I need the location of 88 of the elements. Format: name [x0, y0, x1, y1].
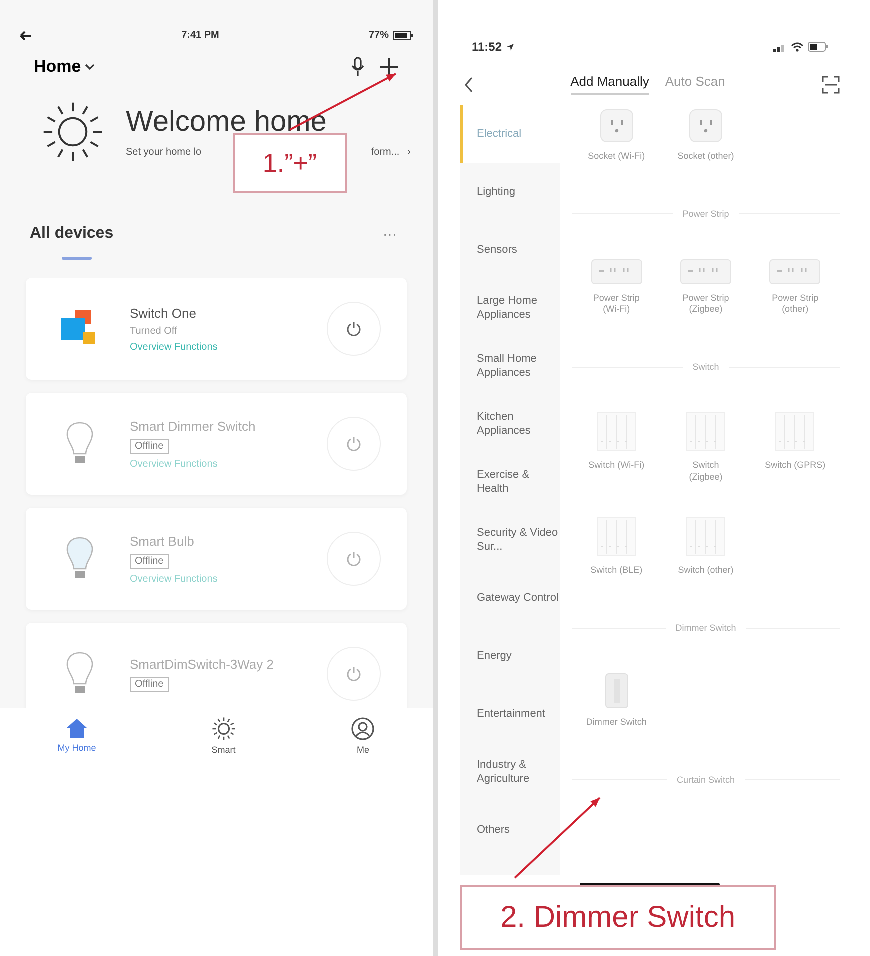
dimmer-switch-icon[interactable] [604, 673, 629, 710]
wall-switch-icon[interactable] [686, 517, 726, 558]
battery-icon [808, 42, 828, 52]
category-item[interactable]: Others [460, 801, 560, 859]
category-item[interactable]: Large Home Appliances [460, 279, 560, 337]
device-type-label[interactable]: Dimmer Switch [586, 717, 648, 729]
socket-icon[interactable] [688, 109, 723, 143]
device-type-label[interactable]: Switch (GPRS) [764, 460, 826, 472]
section-heading: Switch [572, 362, 840, 372]
section-title: All devices [30, 225, 114, 243]
power-icon [346, 551, 362, 567]
category-item[interactable]: Industry & Agriculture [460, 743, 560, 801]
device-card[interactable]: SmartDimSwitch-3Way 2 Offline [26, 623, 407, 708]
sun-icon [42, 101, 104, 163]
power-strip-icon[interactable] [680, 258, 732, 285]
device-type-label[interactable]: Switch (BLE) [586, 565, 648, 578]
device-status: Offline [130, 676, 169, 692]
device-name: Switch One [130, 306, 198, 320]
add-icon[interactable] [379, 57, 399, 77]
battery-icon [393, 31, 413, 40]
status-time: 7:41 PM [182, 30, 220, 41]
power-icon [346, 666, 362, 682]
tab[interactable]: Add Manually [570, 74, 650, 95]
category-item[interactable]: Sensors [460, 221, 560, 279]
device-status: Turned Off [130, 326, 178, 336]
tab-bar-item[interactable]: Me [345, 716, 382, 756]
microphone-icon[interactable] [351, 57, 365, 77]
wall-switch-icon[interactable] [686, 412, 726, 452]
device-name: Smart Dimmer Switch [130, 418, 257, 434]
power-strip-icon[interactable] [769, 258, 822, 285]
device-status: Offline [130, 438, 169, 454]
annotation-label: 2. Dimmer Switch [460, 885, 776, 950]
category-item[interactable]: Security & Video Sur... [460, 511, 560, 569]
more-button[interactable]: ··· [377, 225, 403, 243]
tab-bar-item[interactable]: Smart [206, 716, 242, 756]
tab[interactable]: Auto Scan [665, 74, 726, 95]
person-icon [351, 717, 376, 741]
back-icon[interactable] [464, 76, 474, 92]
power-icon [346, 436, 362, 452]
category-item[interactable]: Gateway Control [460, 569, 560, 627]
power-strip-icon[interactable] [590, 258, 643, 285]
device-name: Smart Bulb [130, 534, 196, 548]
device-type-label[interactable]: Socket (other) [674, 151, 737, 163]
signal-icon [773, 42, 787, 52]
category-item[interactable]: Electrical [460, 105, 560, 163]
device-type-label[interactable]: Power Strip (other) [764, 292, 826, 316]
power-icon [346, 321, 362, 337]
annotation-label: 1.”+” [233, 133, 347, 193]
section-heading: Curtain Switch [572, 774, 840, 785]
wall-switch-icon[interactable] [596, 517, 637, 558]
device-name: SmartDimSwitch-3Way 2 [130, 656, 275, 672]
device-card[interactable]: Switch One Turned Off Overview Functions [26, 278, 407, 380]
device-type-label[interactable]: Switch (Wi-Fi) [586, 460, 648, 472]
tab-underline [62, 257, 92, 260]
home-menu[interactable]: Home [34, 57, 96, 77]
section-heading: Power Strip [572, 208, 840, 219]
wall-switch-icon[interactable] [596, 412, 637, 452]
battery-percent: 77% [368, 30, 389, 41]
category-item[interactable]: Energy [460, 627, 560, 685]
tab-bar-item[interactable]: My Home [52, 716, 102, 756]
functions-link[interactable]: Overview Functions [130, 342, 327, 352]
welcome-subtitle: Set your home lo [126, 147, 202, 158]
device-type-label[interactable]: Power Strip (Wi-Fi) [586, 292, 648, 316]
device-card[interactable]: Smart Bulb Offline Overview Functions [26, 508, 407, 610]
sun-icon [212, 717, 236, 741]
wall-switch-icon[interactable] [775, 412, 816, 452]
section-heading: Dimmer Switch [572, 623, 840, 634]
device-type-label[interactable]: Power Strip (Zigbee) [674, 292, 737, 316]
device-type-label[interactable]: Switch (other) [674, 565, 737, 578]
scan-icon[interactable] [822, 76, 840, 94]
house-icon [64, 717, 89, 739]
status-time: 11:52 [472, 40, 502, 54]
chevron-icon[interactable]: › [408, 147, 411, 158]
category-item[interactable]: Kitchen Appliances [460, 395, 560, 453]
category-item[interactable]: Lighting [460, 163, 560, 221]
welcome-subtitle: form... [371, 147, 400, 158]
device-type-label[interactable]: Socket (Wi-Fi) [586, 151, 648, 163]
location-arrow-icon [506, 42, 516, 52]
device-status: Offline [130, 554, 169, 568]
wifi-icon [791, 42, 804, 52]
category-item[interactable]: Exercise & Health [460, 453, 560, 511]
device-type-label[interactable]: Switch (Zigbee) [674, 460, 737, 484]
category-item[interactable]: Entertainment [460, 685, 560, 743]
device-card[interactable]: Smart Dimmer Switch Offline Overview Functions [26, 393, 407, 495]
back-arrow-icon[interactable] [20, 30, 32, 40]
socket-icon[interactable] [600, 109, 634, 143]
caret-icon [85, 63, 96, 71]
category-item[interactable]: Small Home Appliances [460, 337, 560, 395]
